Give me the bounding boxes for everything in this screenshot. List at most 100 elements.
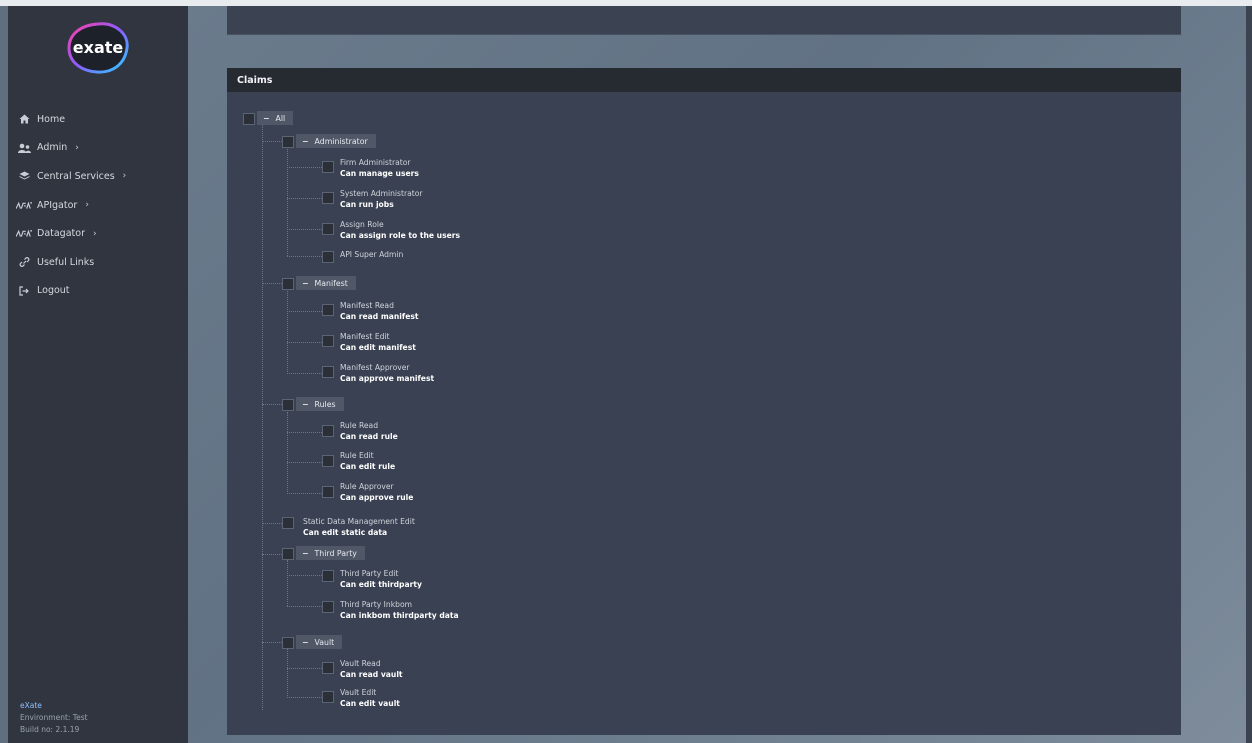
sidebar-item-apigator[interactable]: APIgator › (8, 191, 188, 220)
tree-node-administrator[interactable]: − Administrator (296, 134, 376, 148)
claim-description: Can approve manifest (340, 374, 435, 383)
tree-node-all[interactable]: − All (257, 111, 294, 125)
home-icon (16, 114, 32, 124)
claim-title: Rule Read (340, 421, 379, 430)
tree-node-label: Manifest (314, 278, 348, 288)
claim-description: Can edit static data (303, 528, 388, 537)
claim-title: Vault Edit (340, 688, 377, 697)
claims-panel: Claims − All − Administrator Firm Admini… (227, 68, 1181, 735)
tree-connector (287, 149, 288, 256)
chevron-right-icon: › (85, 200, 89, 211)
checkbox-vault[interactable] (282, 637, 294, 649)
sidebar-nav: Home Admin › Central Services › APIgator… (8, 105, 188, 305)
claim-description: Can read rule (340, 432, 398, 441)
claim-item: Manifest Approver Can approve manifest (340, 362, 434, 384)
tree-connector (287, 311, 322, 312)
tree-connector (262, 642, 282, 643)
claim-title: Manifest Read (340, 301, 394, 310)
checkbox-vault-read[interactable] (322, 662, 334, 674)
tree-connector (287, 462, 322, 463)
claim-description: Can edit rule (340, 462, 396, 471)
checkbox-rules[interactable] (282, 399, 294, 411)
sidebar-item-label: Useful Links (37, 256, 95, 268)
scrollbar[interactable] (1246, 6, 1252, 743)
checkbox-manifest[interactable] (282, 278, 294, 290)
claim-item: Vault Read Can read vault (340, 658, 403, 680)
tree-connector (287, 697, 322, 698)
checkbox-system-administrator[interactable] (322, 192, 334, 204)
checkbox-rule-read[interactable] (322, 425, 334, 437)
tree-node-rules[interactable]: − Rules (296, 397, 344, 411)
apigator-icon (16, 201, 32, 210)
checkbox-static-data-management-edit[interactable] (282, 517, 294, 529)
claim-item: Third Party Edit Can edit thirdparty (340, 568, 422, 590)
claim-description: Can approve rule (340, 493, 414, 502)
tree-connector (287, 575, 322, 576)
claim-item: Rule Read Can read rule (340, 420, 398, 442)
tree-node-vault[interactable]: − Vault (296, 635, 343, 649)
footer-environment: Environment: Test (20, 713, 88, 722)
footer-brand[interactable]: eXate (20, 700, 88, 712)
checkbox-manifest-edit[interactable] (322, 335, 334, 347)
claim-description: Can manage users (340, 169, 419, 178)
checkbox-api-super-admin[interactable] (322, 251, 334, 263)
checkbox-assign-role[interactable] (322, 223, 334, 235)
claim-item: Manifest Edit Can edit manifest (340, 331, 416, 353)
claim-title: Static Data Management Edit (303, 517, 415, 526)
checkbox-manifest-read[interactable] (322, 304, 334, 316)
tree-connector (262, 125, 263, 710)
tree-connector (287, 606, 322, 607)
sidebar-item-useful-links[interactable]: Useful Links (8, 248, 188, 277)
chevron-right-icon: › (75, 142, 79, 153)
checkbox-third-party[interactable] (282, 548, 294, 560)
claims-tree: − All − Administrator Firm Administrator… (227, 68, 1181, 735)
tree-connector (262, 283, 282, 284)
sidebar-item-datagator[interactable]: Datagator › (8, 219, 188, 248)
tree-connector (287, 412, 288, 494)
claim-title: System Administrator (340, 189, 423, 198)
collapse-icon: − (302, 136, 309, 146)
sidebar-item-home[interactable]: Home (8, 105, 188, 134)
tree-connector (287, 342, 322, 343)
claim-description: Can inkbom thirdparty data (340, 611, 459, 620)
layers-icon (16, 171, 32, 181)
sidebar-item-logout[interactable]: Logout (8, 277, 188, 306)
checkbox-third-party-edit[interactable] (322, 570, 334, 582)
tree-connector (287, 432, 322, 433)
checkbox-third-party-inkbom[interactable] (322, 601, 334, 613)
claim-description: Can run jobs (340, 200, 394, 209)
checkbox-administrator[interactable] (282, 136, 294, 148)
checkbox-rule-edit[interactable] (322, 455, 334, 467)
checkbox-vault-edit[interactable] (322, 691, 334, 703)
exate-logo[interactable]: exate (63, 20, 133, 76)
checkbox-firm-administrator[interactable] (322, 161, 334, 173)
tree-connector (287, 167, 322, 168)
tree-connector (262, 141, 282, 142)
checkbox-manifest-approver[interactable] (322, 366, 334, 378)
collapse-icon: − (302, 637, 309, 647)
tree-connector (287, 198, 322, 199)
claim-description: Can read manifest (340, 312, 419, 321)
claim-item: API Super Admin (340, 249, 403, 260)
claim-item: Assign Role Can assign role to the users (340, 219, 460, 241)
claim-item: Rule Approver Can approve rule (340, 481, 413, 503)
claim-item: Firm Administrator Can manage users (340, 157, 419, 179)
claim-item: Third Party Inkbom Can inkbom thirdparty… (340, 599, 459, 621)
tree-node-manifest[interactable]: − Manifest (296, 276, 356, 290)
sidebar-item-label: Logout (37, 285, 70, 297)
claim-item: System Administrator Can run jobs (340, 188, 423, 210)
claim-item: Static Data Management Edit Can edit sta… (303, 516, 415, 538)
checkbox-all[interactable] (243, 113, 255, 125)
users-icon (16, 143, 32, 153)
sidebar-item-admin[interactable]: Admin › (8, 134, 188, 163)
chevron-right-icon: › (122, 171, 127, 182)
collapse-icon: − (302, 278, 309, 288)
tree-node-third-party[interactable]: − Third Party (296, 546, 365, 560)
sidebar-item-label: Datagator (37, 228, 85, 240)
checkbox-rule-approver[interactable] (322, 486, 334, 498)
collapse-icon: − (302, 399, 309, 409)
tree-connector (287, 256, 322, 257)
tree-node-label: Third Party (314, 548, 357, 558)
sidebar-item-central-services[interactable]: Central Services › (8, 162, 188, 191)
sidebar-item-label: Admin (37, 142, 68, 154)
